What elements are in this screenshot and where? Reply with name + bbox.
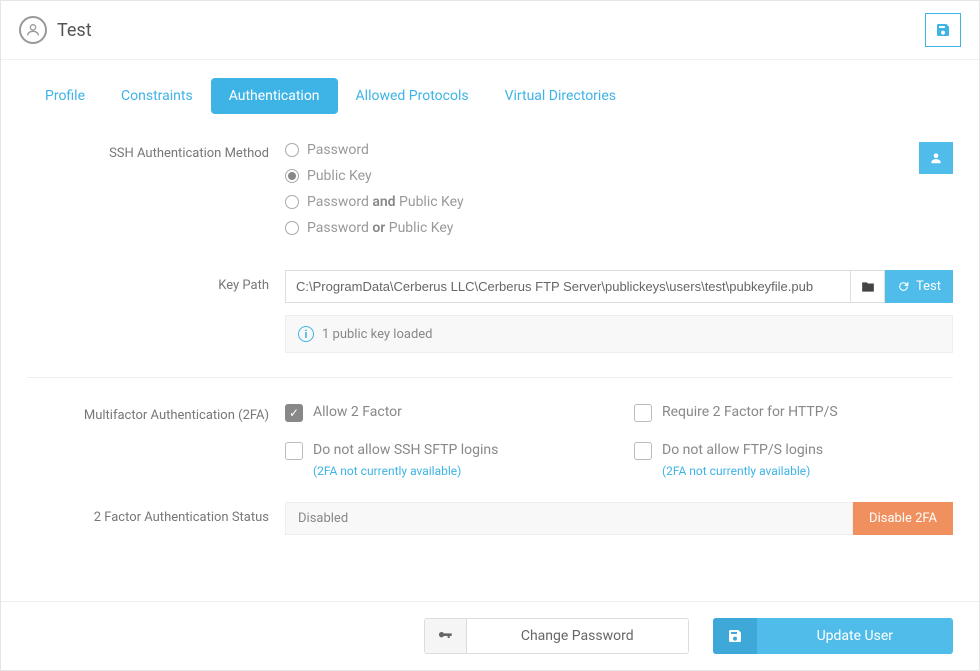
mfa-label: Multifactor Authentication (2FA) [27, 404, 285, 423]
save-button[interactable] [925, 13, 961, 47]
checkbox-icon [634, 442, 652, 460]
page-header: Test [1, 1, 979, 60]
radio-password-and-key[interactable]: Password and Public Key [285, 194, 953, 210]
test-key-label: Test [916, 279, 941, 294]
deny-ssh-hint: (2FA not currently available) [313, 464, 604, 478]
radio-public-key-label: Public Key [307, 168, 372, 184]
radio-icon [285, 195, 299, 209]
key-path-label: Key Path [27, 270, 285, 293]
update-user-label: Update User [757, 628, 953, 644]
radio-icon [285, 169, 299, 183]
radio-password-label: Password [307, 142, 369, 158]
tab-constraints[interactable]: Constraints [103, 78, 211, 114]
checkbox-icon [285, 442, 303, 460]
status-label: 2 Factor Authentication Status [27, 502, 285, 525]
user-icon [19, 16, 47, 44]
deny-ftps-label: Do not allow FTP/S logins [662, 442, 823, 458]
user-shortcut-button[interactable] [919, 142, 953, 174]
tab-allowed-protocols[interactable]: Allowed Protocols [338, 78, 487, 114]
tabs: Profile Constraints Authentication Allow… [27, 78, 953, 114]
disable-2fa-button[interactable]: Disable 2FA [853, 502, 953, 535]
ssh-auth-label: SSH Authentication Method [27, 142, 285, 161]
page-title: Test [57, 20, 92, 41]
test-key-button[interactable]: Test [885, 270, 953, 303]
require-https-label: Require 2 Factor for HTTP/S [662, 404, 838, 420]
footer: Change Password Update User [1, 601, 979, 670]
deny-ssh-label: Do not allow SSH SFTP logins [313, 442, 498, 458]
change-password-button[interactable]: Change Password [467, 619, 688, 653]
radio-pwd-and-key-label: Password and Public Key [307, 194, 464, 210]
tab-profile[interactable]: Profile [27, 78, 103, 114]
radio-password[interactable]: Password [285, 142, 953, 158]
checkbox-require-https[interactable]: Require 2 Factor for HTTP/S [634, 404, 953, 422]
radio-pwd-or-key-label: Password or Public Key [307, 220, 453, 236]
radio-password-or-key[interactable]: Password or Public Key [285, 220, 953, 236]
browse-button[interactable] [851, 270, 885, 303]
radio-icon [285, 143, 299, 157]
status-value: Disabled [285, 502, 853, 535]
tab-authentication[interactable]: Authentication [211, 78, 338, 114]
deny-ftps-hint: (2FA not currently available) [662, 464, 953, 478]
checkbox-icon [285, 404, 303, 422]
radio-icon [285, 221, 299, 235]
checkbox-deny-ftps[interactable]: Do not allow FTP/S logins [634, 442, 953, 460]
checkbox-icon [634, 404, 652, 422]
radio-public-key[interactable]: Public Key [285, 168, 953, 184]
refresh-icon [897, 280, 910, 293]
allow-2factor-label: Allow 2 Factor [313, 404, 402, 420]
key-icon [425, 619, 467, 653]
save-icon [713, 618, 757, 654]
checkbox-allow-2factor[interactable]: Allow 2 Factor [285, 404, 604, 422]
key-path-input[interactable] [285, 270, 851, 303]
change-password-label: Change Password [521, 628, 634, 644]
divider [27, 377, 953, 378]
info-icon: i [298, 326, 314, 342]
checkbox-deny-ssh[interactable]: Do not allow SSH SFTP logins [285, 442, 604, 460]
key-info-banner: i 1 public key loaded [285, 315, 953, 353]
update-user-button[interactable]: Update User [713, 618, 953, 654]
key-info-text: 1 public key loaded [322, 327, 433, 342]
tab-virtual-directories[interactable]: Virtual Directories [487, 78, 634, 114]
disable-2fa-label: Disable 2FA [869, 511, 937, 526]
